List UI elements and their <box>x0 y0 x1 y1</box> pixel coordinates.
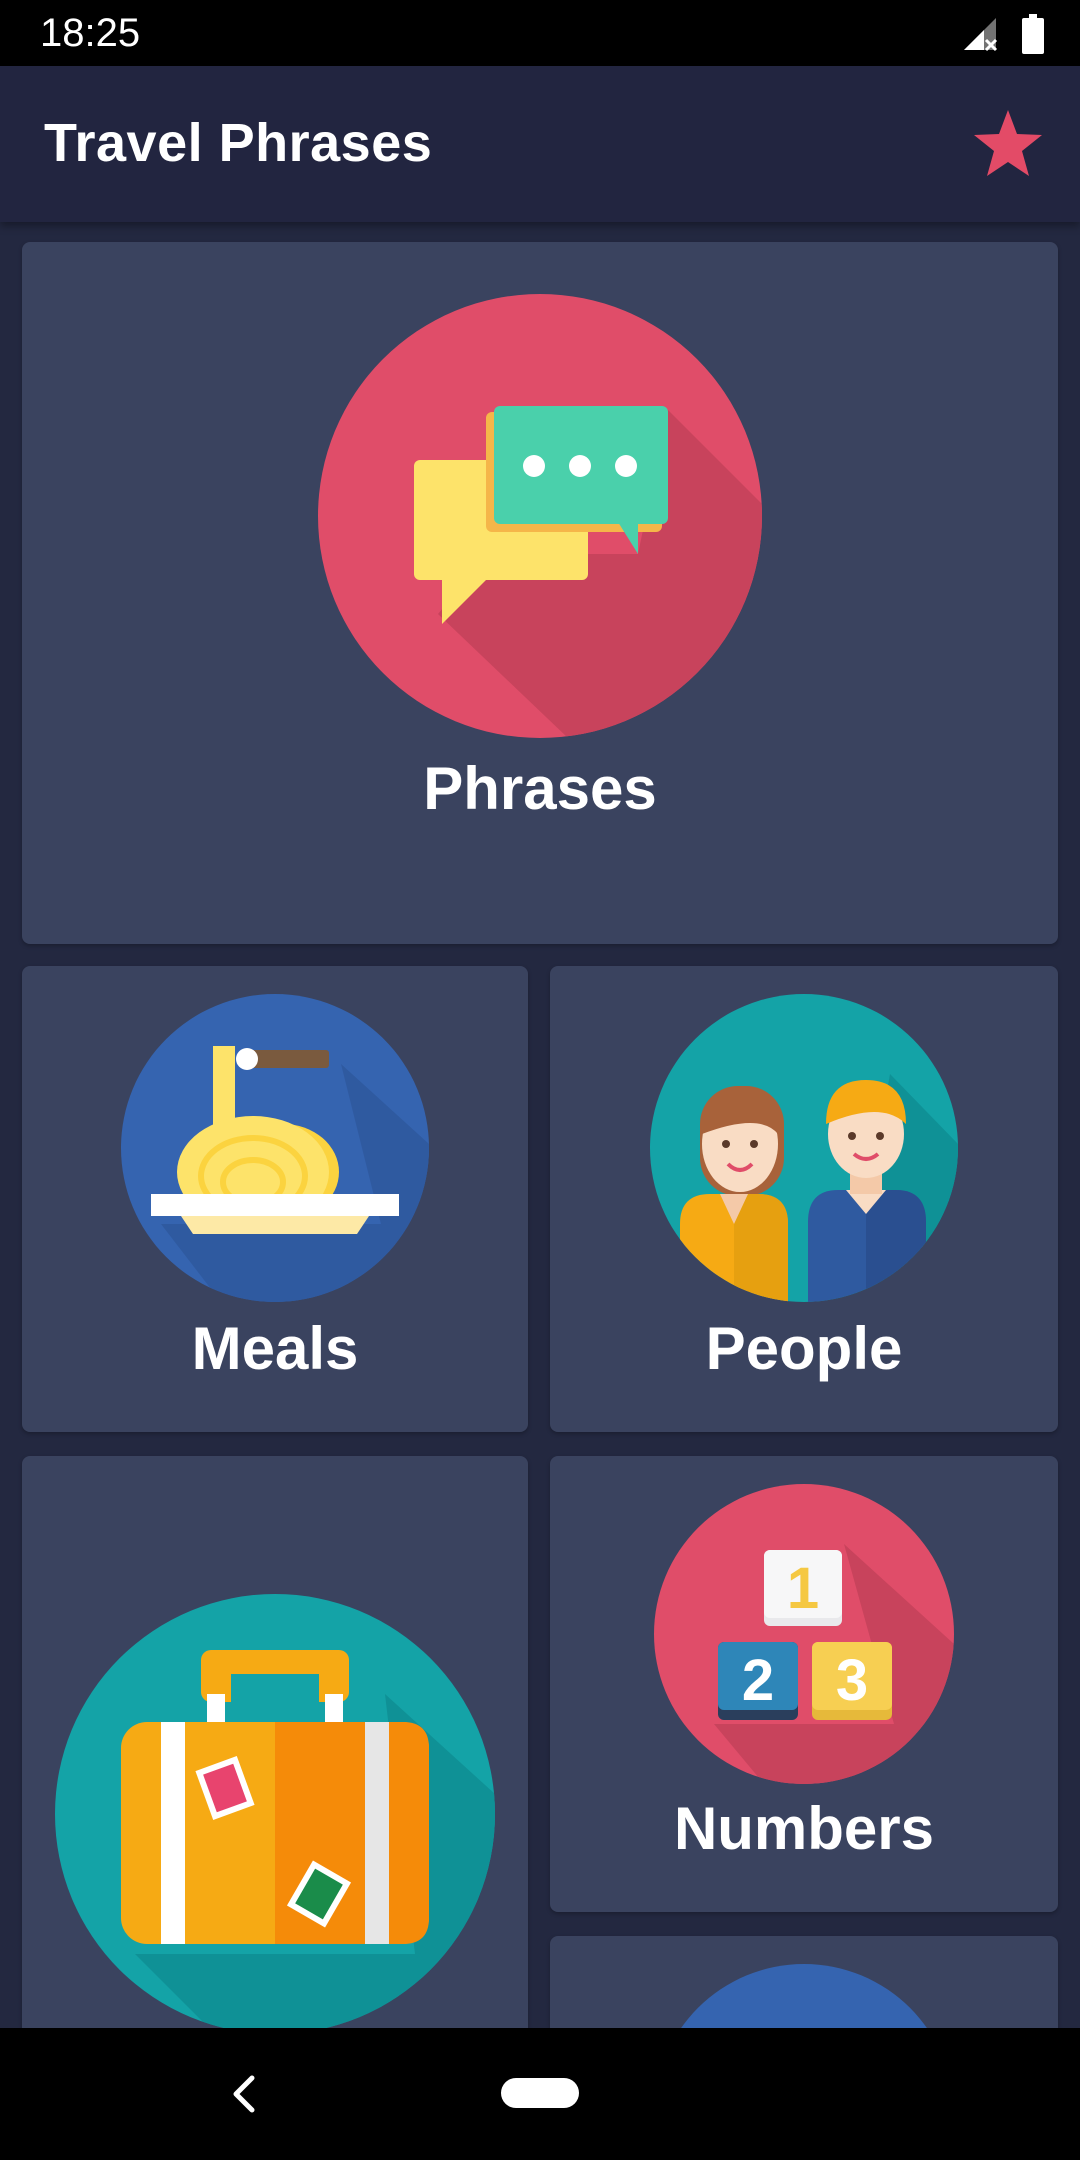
spaghetti-icon <box>121 994 429 1302</box>
svg-text:1: 1 <box>787 1556 819 1621</box>
back-chevron-icon <box>233 2075 255 2113</box>
category-label-phrases: Phrases <box>423 755 657 822</box>
category-icon <box>654 1964 954 2028</box>
favorites-button[interactable] <box>970 106 1046 182</box>
category-card-travel[interactable] <box>22 1456 528 2028</box>
app-bar: Travel Phrases <box>0 66 1080 222</box>
svg-text:3: 3 <box>836 1648 868 1713</box>
home-button[interactable] <box>501 2078 579 2108</box>
chat-bubbles-icon <box>318 294 762 738</box>
category-label-meals: Meals <box>191 1315 359 1382</box>
category-card-phrases[interactable]: Phrases <box>22 242 1058 944</box>
category-label-numbers: Numbers <box>673 1795 935 1862</box>
back-button[interactable] <box>222 2072 266 2116</box>
star-icon <box>974 110 1042 176</box>
status-bar: 18:25 <box>0 0 1080 66</box>
category-label-people: People <box>705 1315 903 1382</box>
svg-text:2: 2 <box>742 1648 774 1713</box>
app-title: Travel Phrases <box>44 113 433 173</box>
people-icon <box>650 994 958 1302</box>
category-grid: Phrases Meals People 1 2 3 Numbers <box>0 222 1080 2028</box>
category-card-partial[interactable] <box>550 1936 1058 2028</box>
status-icons <box>960 14 1044 54</box>
signal-icon <box>960 14 1000 54</box>
category-card-meals[interactable]: Meals <box>22 966 528 1432</box>
category-card-numbers[interactable]: 1 2 3 Numbers <box>550 1456 1058 1912</box>
battery-icon <box>1022 14 1044 54</box>
category-card-people[interactable]: People <box>550 966 1058 1432</box>
numbers-icon: 1 2 3 <box>654 1484 954 1784</box>
status-time: 18:25 <box>40 11 141 55</box>
navigation-bar <box>0 2028 1080 2160</box>
suitcase-icon <box>55 1594 495 2028</box>
